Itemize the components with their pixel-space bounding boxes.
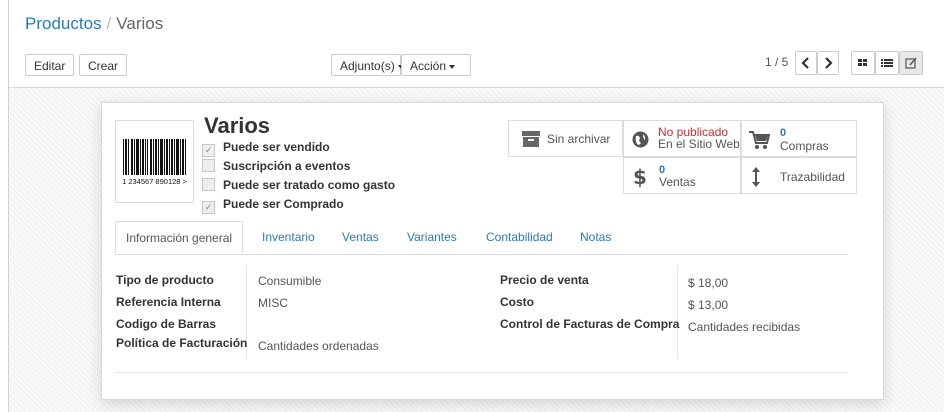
edit-button[interactable]: Editar — [25, 54, 75, 76]
attachments-dropdown[interactable]: Adjunto(s) — [331, 54, 404, 76]
internal-reference-value: MISC — [258, 296, 288, 310]
list-icon — [881, 59, 893, 67]
caret-down-icon — [449, 64, 456, 69]
chevron-left-icon — [801, 57, 809, 69]
breadcrumb-separator: / — [106, 14, 112, 33]
barcode-number: 1 234567 890128 > — [122, 177, 187, 186]
cost-value: $ 13,00 — [688, 298, 729, 312]
form-sheet-background: 1 234567 890128 > Varios ✓ Puede ser vend… — [9, 88, 944, 412]
kanban-view-button[interactable] — [851, 51, 875, 75]
product-type-value: Consumible — [258, 274, 322, 288]
shopping-cart-icon — [749, 131, 770, 149]
option-can-be-sold[interactable]: ✓ Puede ser vendido — [202, 140, 330, 157]
checkbox-unchecked-icon[interactable] — [202, 159, 215, 172]
sales-label: Ventas — [659, 175, 696, 189]
svg-text:$: $ — [633, 166, 647, 188]
website-publish-button[interactable]: No publicado En el Sitio Web — [623, 120, 741, 157]
pager-previous-button[interactable] — [795, 51, 817, 75]
traceability-label: Trazabilidad — [780, 170, 845, 184]
pager-next-button[interactable] — [817, 51, 839, 75]
globe-icon — [632, 131, 649, 148]
option-label: Puede ser vendido — [223, 140, 330, 154]
field-separator — [677, 265, 678, 359]
tab-variants[interactable]: Variantes — [407, 221, 457, 254]
invoicing-policy-value: Cantidades ordenadas — [258, 339, 379, 353]
website-label: En el Sitio Web — [658, 137, 740, 151]
barcode-image: 1 234567 890128 > — [122, 139, 188, 186]
chevron-right-icon — [825, 57, 833, 69]
checkbox-checked-icon[interactable]: ✓ — [202, 144, 215, 157]
attachments-label: Adjunto(s) — [340, 59, 395, 73]
arrows-vertical-icon — [752, 167, 760, 187]
tab-notes[interactable]: Notas — [580, 221, 611, 254]
product-type-label: Tipo de producto — [116, 273, 214, 287]
archive-icon — [522, 131, 540, 147]
form-view: Productos / Varios Editar Crear Adjunto(s)… — [8, 0, 944, 412]
purchases-count: 0 — [780, 127, 787, 139]
archive-label: Sin archivar — [547, 132, 611, 146]
purchase-invoice-control-label: Control de Facturas de Compra — [500, 317, 680, 331]
sale-price-label: Precio de venta — [500, 273, 589, 287]
breadcrumb: Productos / Varios — [25, 14, 163, 34]
product-image[interactable]: 1 234567 890128 > — [115, 120, 194, 203]
product-name: Varios — [204, 113, 271, 138]
option-label: Puede ser tratado como gasto — [223, 178, 396, 192]
tab-general-information[interactable]: Información general — [115, 221, 244, 254]
cost-label: Costo — [500, 295, 534, 309]
action-dropdown[interactable]: Acción — [401, 54, 471, 76]
barcode-label: Codigo de Barras — [116, 317, 217, 331]
traceability-button[interactable]: Trazabilidad — [741, 157, 857, 194]
section-divider — [115, 372, 848, 373]
action-label: Acción — [410, 59, 447, 73]
list-view-button[interactable] — [875, 51, 899, 75]
edit-form-icon — [905, 57, 917, 69]
purchases-button[interactable]: 0 Compras — [741, 120, 857, 157]
pager-value[interactable]: 1 / 5 — [765, 55, 788, 69]
checkbox-unchecked-icon[interactable] — [202, 178, 215, 191]
option-label: Suscripción a eventos — [223, 159, 351, 173]
form-view-button[interactable] — [899, 51, 923, 75]
sales-button[interactable]: $ 0 Ventas — [623, 157, 741, 194]
checkbox-checked-icon[interactable]: ✓ — [202, 201, 215, 214]
product-form-sheet: 1 234567 890128 > Varios ✓ Puede ser vend… — [101, 102, 884, 400]
tab-sales[interactable]: Ventas — [342, 221, 379, 254]
dollar-icon: $ — [633, 166, 647, 188]
breadcrumb-current: Varios — [116, 14, 164, 33]
tab-accounting[interactable]: Contabilidad — [486, 221, 553, 254]
option-event-subscription[interactable]: Suscripción a eventos — [202, 159, 350, 173]
archive-toggle-button[interactable]: Sin archivar — [508, 120, 623, 157]
option-label: Puede ser Comprado — [223, 197, 344, 211]
notebook-tabs: Información general Inventario Ventas Va… — [115, 221, 848, 255]
internal-reference-label: Referencia Interna — [116, 295, 221, 309]
create-button[interactable]: Crear — [79, 54, 128, 76]
kanban-icon — [858, 59, 867, 66]
breadcrumb-products-link[interactable]: Productos — [25, 14, 102, 33]
invoicing-policy-label: Política de Facturación — [116, 336, 248, 350]
option-can-be-purchased[interactable]: ✓ Puede ser Comprado — [202, 197, 344, 214]
tab-inventory[interactable]: Inventario — [262, 221, 315, 254]
control-panel: Productos / Varios Editar Crear Adjunto(s)… — [9, 0, 944, 88]
purchase-invoice-control-value: Cantidades recibidas — [688, 320, 801, 334]
purchases-label: Compras — [780, 139, 829, 153]
option-can-be-expensed[interactable]: Puede ser tratado como gasto — [202, 178, 395, 192]
sale-price-value: $ 18,00 — [688, 276, 729, 290]
